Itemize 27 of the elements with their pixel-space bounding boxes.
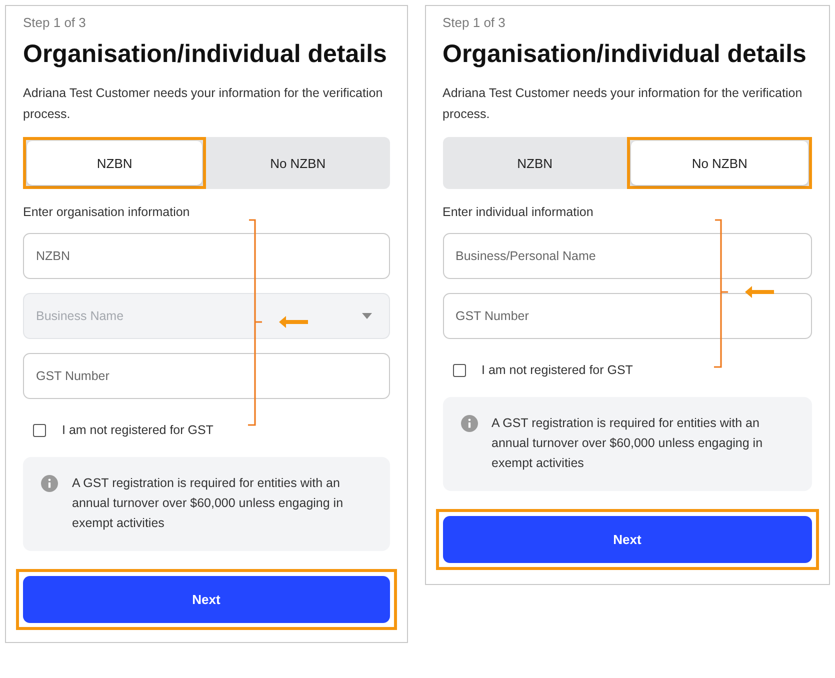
step-indicator: Step 1 of 3 [442, 14, 506, 32]
option-tab[interactable]: No NZBN [210, 141, 386, 185]
info-text: A GST registration is required for entities with an annual turnover over $60,000 unless engaging in exempt activities [492, 415, 764, 472]
input-field[interactable]: GST Number [442, 293, 812, 339]
input-field[interactable]: GST Number [23, 353, 390, 399]
section-label: Enter organisation information [23, 204, 191, 221]
option-tab[interactable]: NZBN [27, 141, 202, 185]
option-tab[interactable]: No NZBN [631, 141, 808, 185]
checkbox[interactable] [33, 424, 46, 436]
next-button[interactable]: Next [442, 516, 812, 563]
form-title: Organisation/individual details [23, 39, 388, 70]
info-icon [41, 475, 58, 492]
next-button[interactable]: Next [23, 576, 390, 623]
checkbox-label: I am not registered for GST [62, 423, 214, 437]
description-text: Adriana Test Customer needs your information for the verification process. [23, 85, 384, 123]
input-field[interactable]: NZBN [23, 233, 390, 279]
info-text: A GST registration is required for entities with an annual turnover over $60,000 unless engaging in exempt activities [72, 475, 344, 532]
option-tab[interactable]: NZBN [446, 141, 624, 185]
description-text: Adriana Test Customer needs your information for the verification process. [442, 85, 804, 123]
input-field[interactable]: Business/Personal Name [442, 233, 812, 279]
form-title: Organisation/individual details [442, 39, 808, 70]
step-indicator: Step 1 of 3 [23, 14, 87, 32]
caret-icon [362, 313, 372, 319]
info-icon [460, 415, 478, 432]
checkbox-label: I am not registered for GST [482, 363, 633, 377]
section-label: Enter individual information [442, 204, 594, 221]
checkbox[interactable] [452, 364, 466, 376]
